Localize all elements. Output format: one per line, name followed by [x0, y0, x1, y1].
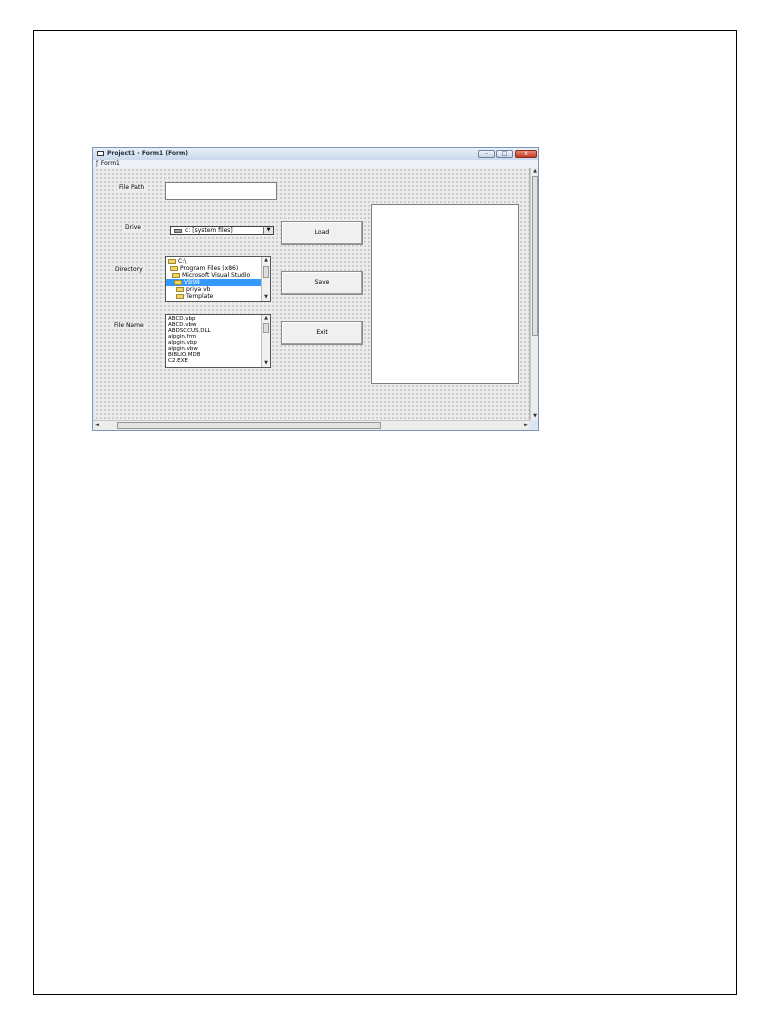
drive-listbox[interactable]: c: [system files] ▼	[170, 226, 274, 235]
scroll-up-icon[interactable]: ▲	[262, 257, 270, 264]
file-item[interactable]: C2.EXE	[168, 358, 188, 364]
exit-button[interactable]: Exit	[281, 321, 363, 345]
window-title: Project1 - Form1 (Form)	[107, 150, 188, 157]
chevron-down-icon[interactable]: ▼	[263, 227, 273, 234]
directory-item[interactable]: Template	[166, 293, 270, 300]
scroll-right-icon[interactable]: ►	[522, 421, 530, 430]
directory-item-label: Program Files (x86)	[180, 265, 239, 272]
form-system-menu-icon: ƒ	[96, 160, 99, 167]
directory-item-label: VB98	[184, 279, 200, 286]
form-window-icon	[97, 151, 104, 156]
hard-drive-icon	[174, 229, 182, 233]
directory-item-selected[interactable]: VB98	[166, 279, 270, 286]
scroll-up-icon[interactable]: ▲	[531, 168, 538, 175]
directory-item-label: Microsoft Visual Studio	[182, 272, 251, 279]
directory-item-label: Template	[186, 293, 214, 300]
folder-icon	[174, 280, 182, 285]
folder-icon	[176, 287, 184, 292]
scroll-up-icon[interactable]: ▲	[262, 315, 270, 322]
picture-box[interactable]	[371, 204, 519, 384]
directory-scrollbar[interactable]: ▲ ▼	[261, 257, 270, 301]
vb-designer-window: Project1 - Form1 (Form) – □ x ƒ Form1 Fi…	[92, 147, 539, 431]
directory-item-label: priya vb	[186, 286, 211, 293]
directory-item[interactable]: C:\	[166, 258, 265, 265]
designer-vertical-scrollbar[interactable]: ▲ ▼	[530, 168, 538, 420]
close-button[interactable]: x	[515, 150, 537, 158]
folder-icon	[168, 259, 176, 264]
scroll-thumb[interactable]	[263, 266, 269, 278]
form-caption-bar[interactable]: ƒ Form1	[93, 160, 538, 168]
save-button[interactable]: Save	[281, 271, 363, 295]
designer-horizontal-scrollbar[interactable]: ◄ ►	[93, 420, 530, 430]
directory-item-label: C:\	[178, 258, 187, 265]
form-caption: Form1	[100, 160, 120, 167]
file-path-textbox[interactable]	[165, 182, 277, 200]
scroll-thumb[interactable]	[532, 176, 538, 336]
label-drive: Drive	[123, 224, 143, 231]
minimize-icon: –	[485, 150, 488, 157]
scroll-left-icon[interactable]: ◄	[93, 421, 101, 430]
directory-item[interactable]: Program Files (x86)	[166, 265, 267, 272]
maximize-icon: □	[501, 150, 508, 157]
scroll-down-icon[interactable]: ▼	[531, 413, 538, 420]
drive-value: c: [system files]	[185, 227, 233, 234]
scroll-down-icon[interactable]: ▼	[262, 294, 270, 301]
minimize-button[interactable]: –	[478, 150, 495, 158]
folder-icon	[176, 294, 184, 299]
directory-listbox[interactable]: C:\ Program Files (x86) Microsoft Visual…	[165, 256, 271, 302]
scroll-down-icon[interactable]: ▼	[262, 360, 270, 367]
scroll-thumb[interactable]	[117, 422, 381, 429]
scroll-thumb[interactable]	[263, 323, 269, 333]
label-directory: Directory	[113, 266, 145, 273]
maximize-button[interactable]: □	[496, 150, 513, 158]
file-listbox[interactable]: ABCD.vbp ABCD.vbw ABDSCCUS.DLL alpgin.fr…	[165, 314, 271, 368]
close-icon: x	[524, 150, 528, 157]
window-titlebar[interactable]: Project1 - Form1 (Form) – □ x	[93, 148, 538, 160]
label-file-path: File Path	[117, 184, 147, 191]
label-file-name: File Name	[112, 322, 146, 329]
folder-icon	[172, 273, 180, 278]
folder-icon	[170, 266, 178, 271]
directory-item[interactable]: Microsoft Visual Studio	[166, 272, 269, 279]
form-design-surface[interactable]: File Path Drive c: [system files] ▼ Dire…	[95, 168, 530, 420]
load-button[interactable]: Load	[281, 221, 363, 245]
file-scrollbar[interactable]: ▲ ▼	[261, 315, 270, 367]
directory-item[interactable]: priya vb	[166, 286, 270, 293]
